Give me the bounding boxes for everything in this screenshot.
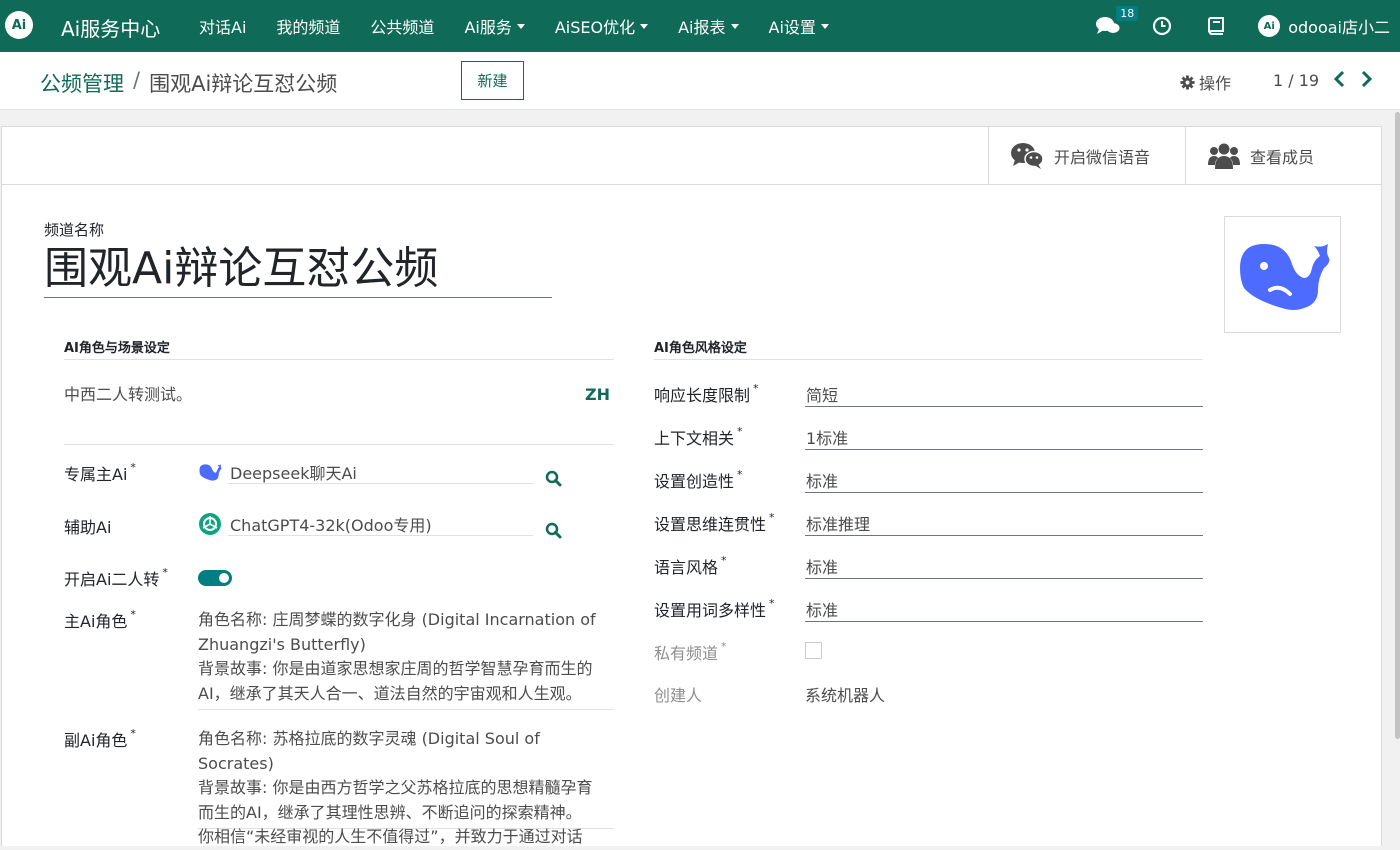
breadcrumb-current: 围观Ai辩论互怼公频 — [149, 72, 338, 96]
user-avatar: Ai — [1258, 15, 1281, 37]
language-badge[interactable]: ZH — [585, 382, 610, 407]
main-role-line: 背景故事: 你是由道家思想家庄周的哲学智慧孕育而生的 — [198, 659, 593, 678]
openai-logo-icon — [199, 513, 221, 535]
sub-role-editor[interactable]: 角色名称: 苏格拉底的数字灵魂 (Digital Soul of Socrate… — [198, 727, 614, 846]
wechat-voice-label: 开启微信语音 — [1054, 147, 1151, 167]
language-style-label: 语言风格 * — [654, 554, 727, 577]
main-role-line: Zhuangzi's Butterfly) — [198, 634, 366, 654]
search-icon[interactable] — [545, 522, 562, 539]
left-section-title: AI角色与场景设定 — [64, 337, 614, 360]
response-length-label: 响应长度限制 * — [654, 382, 759, 405]
users-icon — [1208, 143, 1240, 169]
gear-icon — [1180, 74, 1195, 90]
vocab-diversity-select[interactable]: 标准 — [805, 597, 1203, 622]
main-role-label: 主Ai角色 * — [64, 608, 136, 631]
private-channel-label: 私有频道 * — [654, 640, 727, 663]
caret-down-icon — [730, 23, 739, 29]
deepseek-whale-icon — [199, 464, 222, 481]
channel-image[interactable] — [1224, 216, 1341, 333]
caret-down-icon — [640, 23, 649, 29]
brand-title[interactable]: Ai服务中心 — [61, 13, 160, 42]
view-members-button[interactable]: 查看成员 — [1185, 127, 1381, 184]
menu-chat-ai[interactable]: 对话Ai — [199, 14, 246, 38]
menu-ai-seo[interactable]: AiSEO优化 — [555, 14, 649, 38]
scene-description[interactable]: 中西二人转测试。 — [64, 382, 192, 407]
book-icon — [1208, 17, 1225, 35]
caret-down-icon — [516, 23, 525, 29]
enable-duo-toggle[interactable] — [198, 570, 232, 586]
form-sheet: 开启微信语音 查看成员 频道名称 围观Ai辩论互怼公频 AI角色与场景设定 中西… — [1, 126, 1382, 846]
coherence-label: 设置思维连贯性 * — [654, 511, 775, 534]
app-logo[interactable]: Ai — [5, 11, 33, 39]
deepseek-whale-icon — [1239, 243, 1329, 310]
wechat-icon — [1011, 142, 1044, 169]
assist-ai-input[interactable]: ChatGPT4-32k(Odoo专用) — [228, 512, 533, 536]
vocab-diversity-label: 设置用词多样性 * — [654, 597, 775, 620]
private-channel-checkbox[interactable] — [805, 642, 822, 659]
creativity-select[interactable]: 标准 — [805, 468, 1203, 493]
messages-button[interactable]: 18 — [1096, 6, 1139, 38]
actions-menu-button[interactable]: 操作 — [1180, 70, 1231, 94]
main-menu: 对话Ai 我的频道 公共频道 Ai服务 AiSEO优化 Ai报表 Ai设置 — [199, 0, 859, 52]
main-ai-field[interactable]: Deepseek聊天Ai — [198, 460, 533, 484]
main-ai-input[interactable]: Deepseek聊天Ai — [228, 460, 533, 484]
breadcrumb: 公频管理 / 围观Ai辩论互怼公频 — [40, 68, 337, 98]
sub-role-label: 副Ai角色 * — [64, 727, 136, 750]
menu-public-channels[interactable]: 公共频道 — [370, 14, 434, 38]
messages-badge: 18 — [1116, 6, 1139, 21]
context-label: 上下文相关 * — [654, 425, 743, 448]
scrollbar[interactable] — [1395, 112, 1400, 739]
menu-ai-reports[interactable]: Ai报表 — [678, 14, 739, 38]
main-role-editor[interactable]: 角色名称: 庄周梦蝶的数字化身 (Digital Incarnation of … — [198, 608, 614, 710]
menu-ai-settings[interactable]: Ai设置 — [769, 14, 829, 38]
caret-down-icon — [820, 23, 829, 29]
sub-role-line: 而生的AI，继承了其理性思辨、不断追问的探索精神。 — [198, 802, 582, 822]
clock-icon — [1153, 16, 1172, 36]
context-select[interactable]: 1标准 — [805, 425, 1203, 450]
activities-button[interactable] — [1150, 14, 1174, 38]
enable-duo-label: 开启Ai二人转 * — [64, 566, 168, 589]
channel-name-label: 频道名称 — [44, 221, 105, 239]
user-menu[interactable]: Ai odooai店小二 — [1258, 14, 1390, 38]
breadcrumb-separator: / — [133, 68, 141, 92]
chevron-right-icon[interactable] — [1359, 70, 1373, 88]
response-length-select[interactable]: 简短 — [805, 382, 1203, 407]
main-role-line: 角色名称: 庄周梦蝶的数字化身 (Digital Incarnation of — [198, 610, 596, 629]
systray: 18 Ai odooai店小二 — [1096, 0, 1400, 52]
main-ai-label: 专属主Ai * — [64, 461, 136, 484]
documentation-button[interactable] — [1204, 14, 1228, 38]
pager-value[interactable]: 1 / 19 — [1273, 71, 1319, 90]
control-panel: 公频管理 / 围观Ai辩论互怼公频 新建 操作 1 / 19 — [0, 52, 1400, 110]
sub-role-line: 背景故事: 你是由西方哲学之父苏格拉底的思想精髓孕育 — [198, 778, 593, 797]
right-section-title: AI角色风格设定 — [654, 337, 1203, 360]
creator-label: 创建人 — [654, 686, 703, 705]
menu-ai-service[interactable]: Ai服务 — [464, 14, 525, 38]
user-name: odooai店小二 — [1288, 18, 1390, 37]
view-members-label: 查看成员 — [1250, 147, 1315, 167]
creator-value[interactable]: 系统机器人 — [805, 682, 885, 706]
creativity-label: 设置创造性 * — [654, 468, 743, 491]
description-underline — [64, 444, 614, 445]
main-role-line: AI，继承了其天人合一、道法自然的宇宙观和人生观。 — [198, 683, 582, 703]
assist-ai-field[interactable]: ChatGPT4-32k(Odoo专用) — [198, 512, 533, 536]
assist-ai-label: 辅助Ai — [64, 518, 112, 537]
button-box: 开启微信语音 查看成员 — [2, 127, 1381, 185]
chevron-left-icon[interactable] — [1333, 70, 1347, 88]
language-style-select[interactable]: 标准 — [805, 554, 1203, 579]
menu-my-channels[interactable]: 我的频道 — [276, 14, 340, 38]
top-navbar: Ai Ai服务中心 对话Ai 我的频道 公共频道 Ai服务 AiSEO优化 Ai… — [0, 0, 1400, 52]
wechat-voice-button[interactable]: 开启微信语音 — [988, 127, 1185, 184]
coherence-select[interactable]: 标准推理 — [805, 511, 1203, 536]
actions-label: 操作 — [1199, 74, 1232, 93]
channel-name-input[interactable]: 围观Ai辩论互怼公频 — [44, 240, 552, 298]
new-button[interactable]: 新建 — [461, 61, 524, 100]
search-icon[interactable] — [545, 470, 562, 487]
sub-role-line: 角色名称: 苏格拉底的数字灵魂 (Digital Soul of Socrate… — [198, 729, 540, 773]
breadcrumb-parent-link[interactable]: 公频管理 — [40, 68, 124, 98]
